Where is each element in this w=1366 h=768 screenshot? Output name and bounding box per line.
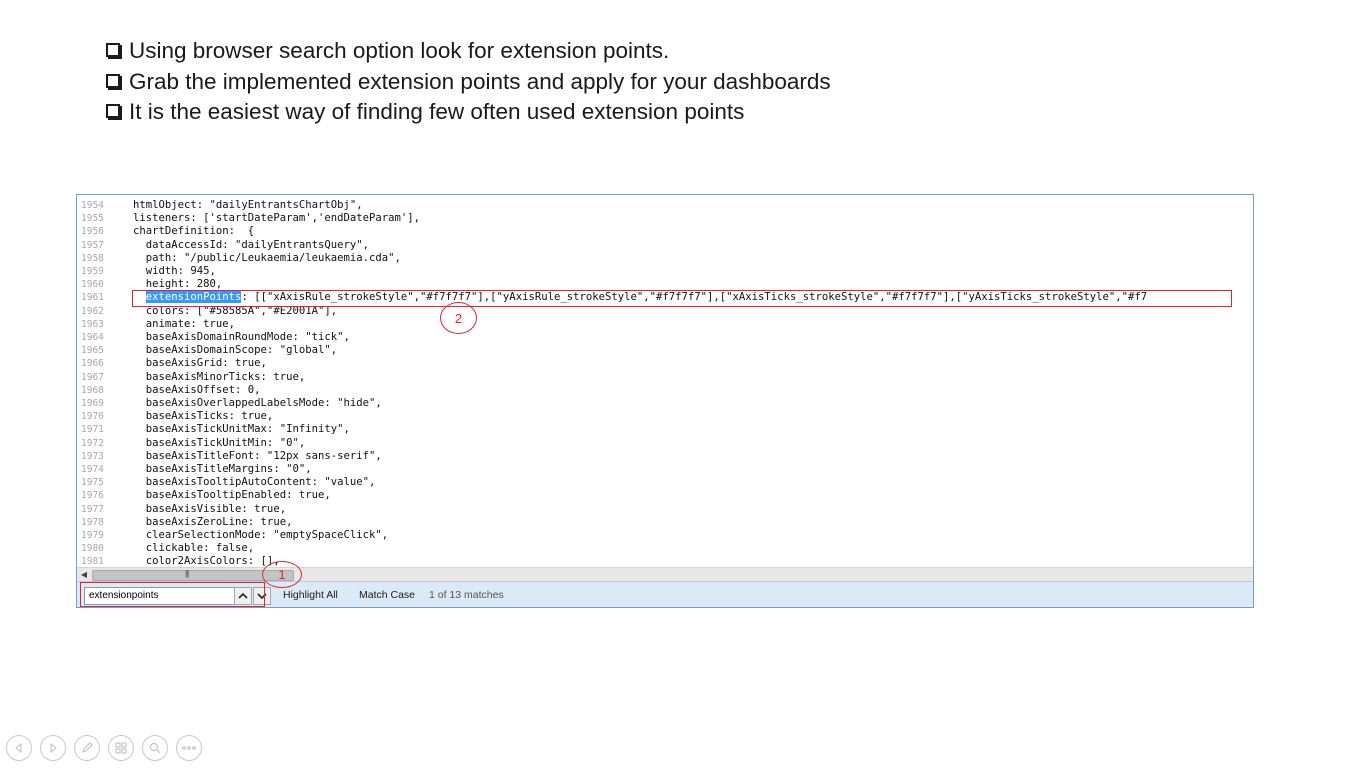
pen-icon[interactable] [74, 735, 100, 761]
code-text: baseAxisDomainRoundMode: "tick", [133, 331, 350, 343]
line-number: 1975 [81, 477, 104, 489]
line-number: 1977 [81, 503, 104, 515]
browser-screenshot: 1954 htmlObject: "dailyEntrantsChartObj",… [76, 194, 1254, 608]
code-text: colors: ["#58585A","#E2001A"], [133, 304, 338, 317]
code-text: baseAxisMinorTicks: true, [133, 370, 306, 383]
find-previous-button[interactable] [234, 587, 252, 605]
line-number: 1954 [81, 200, 104, 211]
code-text: extensionPoints: [["xAxisRule_strokeStyl… [133, 291, 1147, 304]
zoom-icon[interactable] [142, 735, 168, 761]
find-search-input[interactable]: extensionpoints [84, 587, 242, 605]
find-bar: extensionpoints Highlight All Match Case… [77, 581, 1253, 607]
next-slide-icon[interactable] [40, 735, 66, 761]
scroll-grip-icon: ||| [185, 569, 189, 578]
line-number: 1957 [81, 239, 104, 251]
line-number: 1976 [81, 490, 104, 502]
line-number: 1958 [81, 252, 104, 264]
line-number: 1962 [81, 305, 104, 317]
line-number: 1970 [81, 411, 104, 423]
chevron-down-icon [257, 593, 267, 600]
code-text: animate: true, [133, 317, 236, 330]
code-text: baseAxisTickUnitMax: "Infinity", [133, 423, 350, 436]
code-text: path: "/public/Leukaemia/leukaemia.cda", [133, 251, 401, 264]
bullet-item: Grab the implemented extension points an… [106, 67, 831, 98]
code-text: baseAxisGrid: true, [133, 357, 267, 370]
highlight-all-toggle[interactable]: Highlight All [283, 589, 338, 601]
slides-grid-icon[interactable] [108, 735, 134, 761]
checkbox-bullet-icon [106, 43, 120, 58]
line-number: 1964 [81, 332, 104, 343]
find-next-button[interactable] [253, 587, 271, 605]
line-number: 1963 [81, 318, 104, 330]
line-number: 1978 [81, 516, 104, 528]
code-text-rest: : [["xAxisRule_strokeStyle","#f7f7f7"],[… [241, 291, 1148, 304]
previous-slide-icon[interactable] [6, 735, 32, 761]
line-number: 1968 [81, 384, 104, 396]
checkbox-bullet-icon [106, 73, 120, 88]
code-text: baseAxisTitleFont: "12px sans-serif", [133, 449, 382, 462]
checkbox-bullet-icon [106, 104, 120, 119]
bullet-text: Grab the implemented extension points an… [129, 68, 831, 94]
bullet-list: Using browser search option look for ext… [106, 36, 831, 128]
code-text: baseAxisTitleMargins: "0", [133, 463, 312, 475]
line-number: 1979 [81, 530, 104, 541]
line-number: 1980 [81, 543, 104, 555]
match-case-toggle[interactable]: Match Case [359, 589, 415, 601]
line-number: 1965 [81, 345, 104, 357]
code-text: baseAxisTickUnitMin: "0", [133, 436, 306, 449]
line-number: 1960 [81, 279, 104, 291]
line-number: 1971 [81, 424, 104, 436]
code-text: clearSelectionMode: "emptySpaceClick", [133, 529, 389, 541]
code-text: baseAxisOffset: 0, [133, 383, 261, 396]
code-text: baseAxisOverlappedLabelsMode: "hide", [133, 397, 382, 409]
line-number: 1966 [81, 358, 104, 370]
line-number: 1961 [81, 292, 104, 304]
line-number: 1967 [81, 371, 104, 383]
code-text: clickable: false, [133, 542, 255, 555]
line-number: 1969 [81, 398, 104, 409]
code-text: dataAccessId: "dailyEntrantsQuery", [133, 238, 369, 251]
code-text: listeners: ['startDateParam','endDatePar… [133, 212, 421, 225]
line-number: 1981 [81, 556, 104, 567]
line-number: 1955 [81, 213, 104, 225]
code-text: width: 945, [133, 265, 216, 277]
code-text: height: 280, [133, 278, 223, 291]
scrollbar-thumb[interactable]: ||| [92, 569, 294, 581]
line-number: 1956 [81, 226, 104, 238]
bullet-item: Using browser search option look for ext… [106, 36, 831, 67]
code-text: baseAxisTooltipEnabled: true, [133, 489, 331, 502]
match-count-status: 1 of 13 matches [429, 589, 504, 601]
more-options-icon[interactable] [176, 735, 202, 761]
code-text: baseAxisTooltipAutoContent: "value", [133, 476, 376, 489]
line-number: 1973 [81, 450, 104, 462]
horizontal-scrollbar[interactable]: ◀ ||| [77, 567, 1253, 582]
scroll-left-arrow-icon[interactable]: ◀ [78, 568, 90, 582]
bullet-item: It is the easiest way of finding few oft… [106, 97, 831, 128]
bullet-text: It is the easiest way of finding few oft… [129, 99, 745, 125]
chevron-up-icon [238, 592, 248, 599]
line-number: 1972 [81, 437, 104, 449]
source-code-view: 1954 htmlObject: "dailyEntrantsChartObj",… [77, 195, 1253, 567]
code-text: color2AxisColors: [], [133, 555, 280, 567]
code-text: baseAxisVisible: true, [133, 502, 287, 515]
line-number: 1959 [81, 266, 104, 277]
code-text: baseAxisDomainScope: "global", [133, 344, 338, 357]
bullet-text: Using browser search option look for ext… [129, 38, 670, 64]
code-text: baseAxisZeroLine: true, [133, 515, 293, 528]
slideshow-controls [6, 735, 202, 761]
code-text: baseAxisTicks: true, [133, 410, 274, 423]
code-text: chartDefinition: { [133, 225, 255, 238]
code-text: htmlObject: "dailyEntrantsChartObj", [133, 199, 363, 211]
search-match-highlight: extensionPoints [145, 291, 242, 304]
line-number: 1974 [81, 464, 104, 475]
